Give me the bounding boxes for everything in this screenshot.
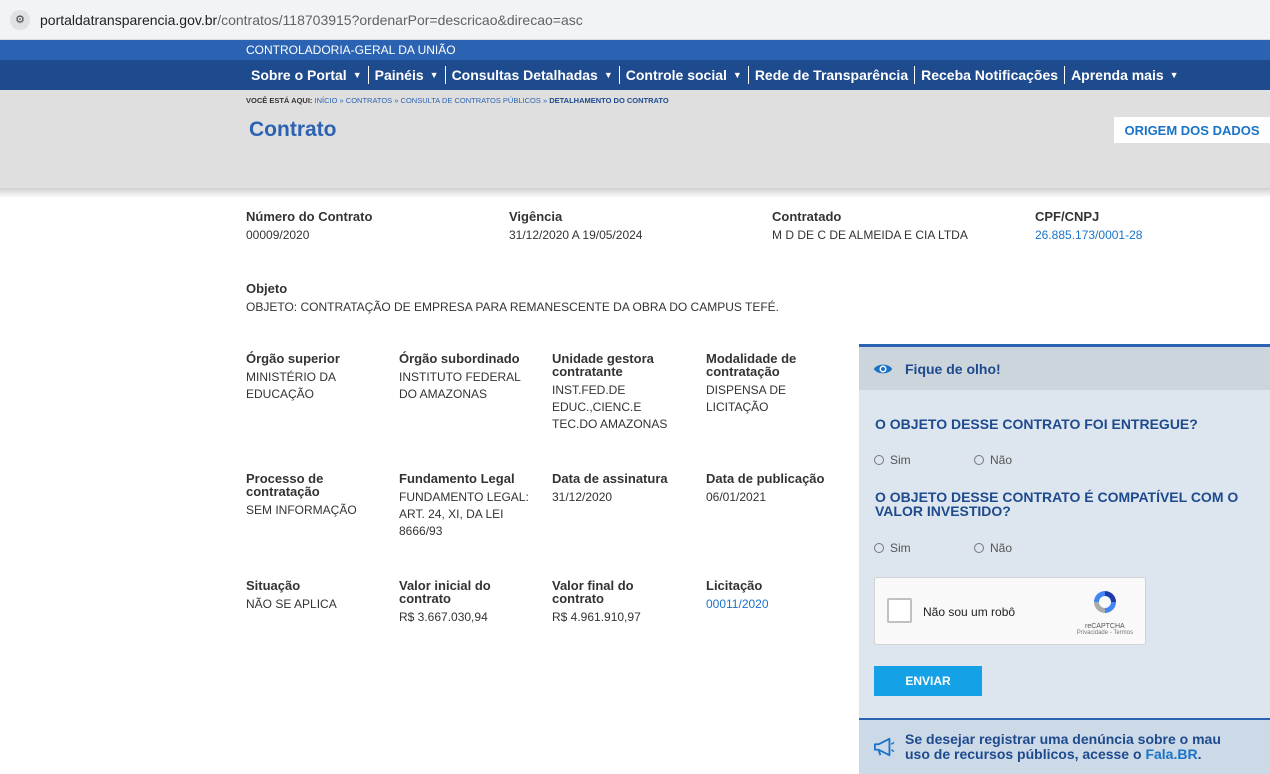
radio-circle-icon: [874, 543, 884, 553]
field-fundamento-legal: Fundamento Legal FUNDAMENTO LEGAL: ART. …: [399, 471, 529, 538]
field-situacao: Situação NÃO SE APLICA: [246, 578, 337, 611]
cnpj-link[interactable]: 26.885.173/0001-28: [1035, 227, 1255, 244]
field-licitacao: Licitação 00011/2020: [706, 579, 836, 613]
nav-aprenda-mais[interactable]: Aprenda mais ▼: [1064, 66, 1185, 84]
field-vigencia: Vigência 31/12/2020 A 19/05/2024: [509, 209, 643, 242]
breadcrumb-inicio[interactable]: INÍCIO: [315, 96, 338, 105]
radio-q2-nao[interactable]: Não: [974, 541, 1012, 555]
field-contratado: Contratado M D DE C DE ALMEIDA E CIA LTD…: [772, 209, 968, 242]
field-data-assinatura: Data de assinatura 31/12/2020: [552, 471, 668, 504]
field-processo: Processo de contratação SEM INFORMAÇÃO: [246, 471, 357, 517]
eye-icon: [873, 364, 893, 373]
panel-header: Fique de olho!: [859, 347, 1270, 390]
radio-q2-sim[interactable]: Sim: [874, 541, 911, 555]
chevron-down-icon: ▼: [352, 70, 362, 80]
enviar-button[interactable]: ENVIAR: [874, 666, 982, 696]
chevron-down-icon: ▼: [429, 70, 439, 80]
recaptcha-checkbox[interactable]: [887, 598, 912, 623]
header-shadow: [0, 188, 1270, 198]
recaptcha-logo-icon: [1093, 591, 1116, 613]
radio-circle-icon: [874, 455, 884, 465]
browser-address-bar[interactable]: ⚙ portaldatransparencia.gov.br/contratos…: [0, 0, 1270, 40]
denuncia-banner: Se desejar registrar uma denúncia sobre …: [859, 718, 1270, 774]
chevron-down-icon: ▼: [1169, 70, 1179, 80]
page-header: VOCÊ ESTÁ AQUI: INÍCIO » CONTRATOS » CON…: [0, 90, 1270, 188]
main-nav: Sobre o Portal ▼ Painéis ▼ Consultas Detal…: [0, 60, 1270, 90]
radio-q1-sim[interactable]: Sim: [874, 453, 911, 467]
field-valor-inicial: Valor inicial do contrato R$ 3.667.030,9…: [399, 578, 491, 624]
field-orgao-superior: Órgão superior MINISTÉRIO DA EDUCAÇÃO: [246, 351, 340, 401]
url-text[interactable]: portaldatransparencia.gov.br/contratos/1…: [40, 12, 583, 28]
gov-header: CONTROLADORIA-GERAL DA UNIÃO: [0, 40, 1270, 60]
field-cpf-cnpj: CPF/CNPJ 26.885.173/0001-28: [1035, 210, 1255, 244]
field-orgao-subordinado: Órgão subordinado INSTITUTO FEDERAL DO A…: [399, 351, 521, 401]
megaphone-icon: [874, 737, 895, 757]
field-data-publicacao: Data de publicação 06/01/2021: [706, 471, 825, 504]
recaptcha-brand: reCAPTCHA Privacidade - Termos: [1077, 588, 1133, 636]
gov-name: CONTROLADORIA-GERAL DA UNIÃO: [246, 43, 456, 57]
radio-circle-icon: [974, 455, 984, 465]
nav-receba-notificacoes[interactable]: Receba Notificações: [914, 66, 1064, 84]
nav-sobre-o-portal[interactable]: Sobre o Portal ▼: [248, 66, 368, 84]
breadcrumb-current: DETALHAMENTO DO CONTRATO: [549, 96, 669, 105]
panel-title: Fique de olho!: [905, 360, 1001, 377]
nav-consultas-detalhadas[interactable]: Consultas Detalhadas ▼: [444, 66, 619, 84]
nav-paineis[interactable]: Painéis ▼: [367, 66, 445, 84]
denuncia-text: Se desejar registrar uma denúncia sobre …: [905, 731, 1221, 762]
licitacao-link[interactable]: 00011/2020: [706, 596, 836, 613]
radio-circle-icon: [974, 543, 984, 553]
question-compativel: O OBJETO DESSE CONTRATO É COMPATÍVEL COM…: [875, 489, 1239, 519]
nav-controle-social[interactable]: Controle social ▼: [618, 66, 748, 84]
field-objeto: Objeto OBJETO: CONTRATAÇÃO DE EMPRESA PA…: [246, 281, 779, 314]
breadcrumb-contratos[interactable]: CONTRATOS: [346, 96, 392, 105]
page-title: Contrato: [249, 118, 337, 141]
field-numero: Número do Contrato 00009/2020: [246, 209, 373, 242]
fala-br-link[interactable]: Fala.BR: [1145, 746, 1197, 762]
field-valor-final: Valor final do contrato R$ 4.961.910,97: [552, 578, 641, 624]
origem-dos-dados-button[interactable]: ORIGEM DOS DADOS: [1114, 117, 1270, 143]
field-modalidade: Modalidade de contratação DISPENSA DE LI…: [706, 351, 797, 414]
recaptcha-widget: Não sou um robô reCAPTCHA Privacidade - …: [874, 577, 1146, 645]
field-unidade-gestora: Unidade gestora contratante INST.FED.DE …: [552, 351, 668, 431]
breadcrumb-consulta[interactable]: CONSULTA DE CONTRATOS PÚBLICOS: [401, 96, 541, 105]
recaptcha-label: Não sou um robô: [923, 605, 1016, 619]
chevron-down-icon: ▼: [732, 70, 742, 80]
chevron-down-icon: ▼: [603, 70, 613, 80]
question-entregue: O OBJETO DESSE CONTRATO FOI ENTREGUE?: [875, 416, 1198, 432]
fique-de-olho-panel: Fique de olho! O OBJETO DESSE CONTRATO F…: [859, 344, 1270, 774]
breadcrumb: VOCÊ ESTÁ AQUI: INÍCIO » CONTRATOS » CON…: [246, 96, 669, 105]
radio-q1-nao[interactable]: Não: [974, 453, 1012, 467]
nav-rede-de-transparencia[interactable]: Rede de Transparência: [747, 66, 914, 84]
site-settings-icon[interactable]: ⚙: [10, 9, 30, 30]
